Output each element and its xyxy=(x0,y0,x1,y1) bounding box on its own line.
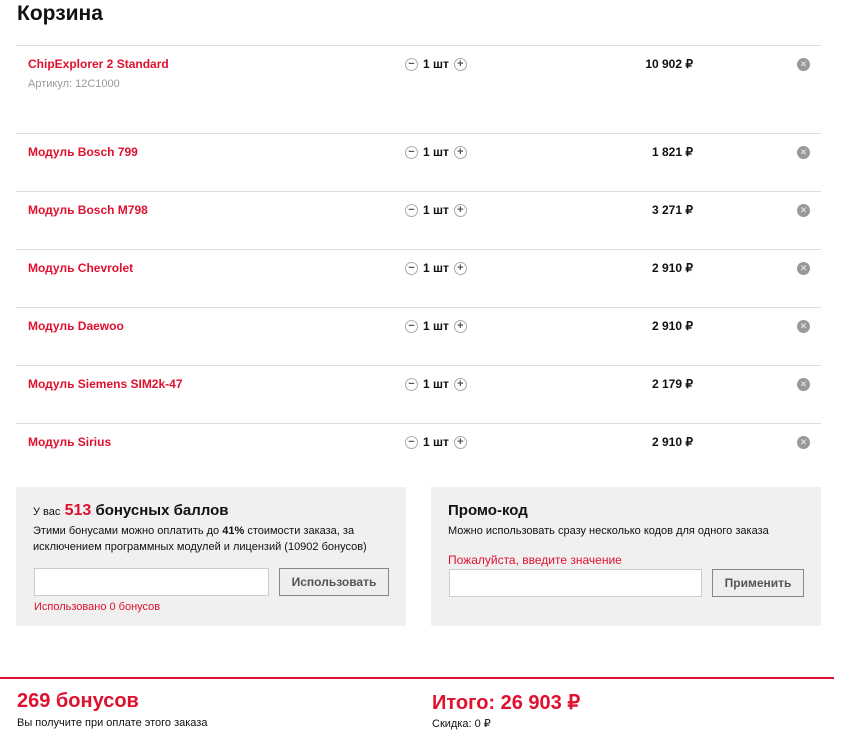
minus-icon[interactable]: − xyxy=(405,319,418,333)
discount: Скидка: 0 ₽ xyxy=(432,718,491,730)
remove-icon[interactable]: ✕ xyxy=(797,204,810,217)
bonus-description: Этими бонусами можно оплатить до 41% сто… xyxy=(33,523,393,555)
bonus-suffix: бонусных баллов xyxy=(95,502,229,519)
item-name-link[interactable]: Модуль Siemens SIM2k-47 xyxy=(28,377,183,391)
cart-row: Модуль Bosch 799 −1 шт + 1 821 ₽ ✕ xyxy=(16,133,821,191)
minus-icon[interactable]: − xyxy=(405,377,418,391)
quantity-stepper: −1 шт + xyxy=(405,435,467,449)
quantity-value: 1 шт xyxy=(423,57,449,71)
apply-promo-button[interactable]: Применить xyxy=(712,569,804,597)
item-price: 2 179 ₽ xyxy=(652,377,693,391)
remove-icon[interactable]: ✕ xyxy=(797,378,810,391)
remove-icon[interactable]: ✕ xyxy=(797,146,810,159)
bonus-heading: У вас 513 бонусных баллов xyxy=(33,502,228,520)
use-bonus-button[interactable]: Использовать xyxy=(279,568,389,596)
item-name-link[interactable]: Модуль Bosch M798 xyxy=(28,203,148,217)
bonus-earned-note: Вы получите при оплате этого заказа xyxy=(17,717,208,729)
quantity-value: 1 шт xyxy=(423,319,449,333)
plus-icon[interactable]: + xyxy=(453,57,467,71)
cart-row: Модуль Sirius −1 шт + 2 910 ₽ ✕ xyxy=(16,423,821,481)
quantity-value: 1 шт xyxy=(423,377,449,391)
promo-title: Промо-код xyxy=(448,502,528,519)
minus-icon[interactable]: − xyxy=(405,145,418,159)
plus-icon[interactable]: + xyxy=(453,261,467,275)
remove-icon[interactable]: ✕ xyxy=(797,320,810,333)
promo-error: Пожалуйста, введите значение xyxy=(448,553,622,567)
minus-icon[interactable]: − xyxy=(405,435,418,449)
quantity-value: 1 шт xyxy=(423,145,449,159)
item-name-link[interactable]: ChipExplorer 2 Standard xyxy=(28,57,169,71)
item-price: 3 271 ₽ xyxy=(652,203,693,217)
plus-icon[interactable]: + xyxy=(453,377,467,391)
quantity-stepper: −1 шт + xyxy=(405,261,467,275)
quantity-stepper: −1 шт + xyxy=(405,319,467,333)
promo-input[interactable] xyxy=(449,569,702,597)
cart-row: Модуль Daewoo −1 шт + 2 910 ₽ ✕ xyxy=(16,307,821,365)
plus-icon[interactable]: + xyxy=(453,145,467,159)
bonus-prefix: У вас xyxy=(33,506,61,518)
bonus-count: 513 xyxy=(64,502,92,519)
cart-row: Модуль Chevrolet −1 шт + 2 910 ₽ ✕ xyxy=(16,249,821,307)
item-sku: Артикул: 12C1000 xyxy=(28,78,120,90)
promo-panel: Промо-код Можно использовать сразу неско… xyxy=(431,487,821,626)
item-name-link[interactable]: Модуль Sirius xyxy=(28,435,111,449)
remove-icon[interactable]: ✕ xyxy=(797,262,810,275)
bonus-input[interactable] xyxy=(34,568,269,596)
cart-row: Модуль Siemens SIM2k-47 −1 шт + 2 179 ₽ ✕ xyxy=(16,365,821,423)
bonus-used-text: Использовано 0 бонусов xyxy=(34,601,161,613)
plus-icon[interactable]: + xyxy=(453,319,467,333)
bonus-earned: 269 бонусов xyxy=(17,690,139,712)
item-name-link[interactable]: Модуль Bosch 799 xyxy=(28,145,138,159)
quantity-value: 1 шт xyxy=(423,435,449,449)
quantity-stepper: −1 шт + xyxy=(405,57,467,71)
item-price: 2 910 ₽ xyxy=(652,261,693,275)
item-price: 10 902 ₽ xyxy=(645,57,693,71)
item-price: 2 910 ₽ xyxy=(652,435,693,449)
quantity-stepper: −1 шт + xyxy=(405,145,467,159)
quantity-stepper: −1 шт + xyxy=(405,377,467,391)
plus-icon[interactable]: + xyxy=(453,203,467,217)
item-price: 1 821 ₽ xyxy=(652,145,693,159)
promo-description: Можно использовать сразу несколько кодов… xyxy=(448,525,769,537)
bonus-desc-part: Этими бонусами можно оплатить до xyxy=(33,525,223,537)
quantity-value: 1 шт xyxy=(423,261,449,275)
item-price: 2 910 ₽ xyxy=(652,319,693,333)
cart-row: ChipExplorer 2 Standard Артикул: 12C1000… xyxy=(16,45,821,133)
cart-list: ChipExplorer 2 Standard Артикул: 12C1000… xyxy=(16,45,821,481)
minus-icon[interactable]: − xyxy=(405,203,418,217)
item-name-link[interactable]: Модуль Chevrolet xyxy=(28,261,133,275)
order-total: Итого: 26 903 ₽ xyxy=(432,692,581,714)
minus-icon[interactable]: − xyxy=(405,261,418,275)
cart-row: Модуль Bosch M798 −1 шт + 3 271 ₽ ✕ xyxy=(16,191,821,249)
remove-icon[interactable]: ✕ xyxy=(797,58,810,71)
bonus-panel: У вас 513 бонусных баллов Этими бонусами… xyxy=(16,487,406,626)
quantity-value: 1 шт xyxy=(423,203,449,217)
plus-icon[interactable]: + xyxy=(453,435,467,449)
remove-icon[interactable]: ✕ xyxy=(797,436,810,449)
minus-icon[interactable]: − xyxy=(405,57,418,71)
item-name-link[interactable]: Модуль Daewoo xyxy=(28,319,124,333)
divider xyxy=(0,677,834,679)
quantity-stepper: −1 шт + xyxy=(405,203,467,217)
bonus-percent: 41% xyxy=(222,525,245,537)
page-title: Корзина xyxy=(17,2,103,25)
